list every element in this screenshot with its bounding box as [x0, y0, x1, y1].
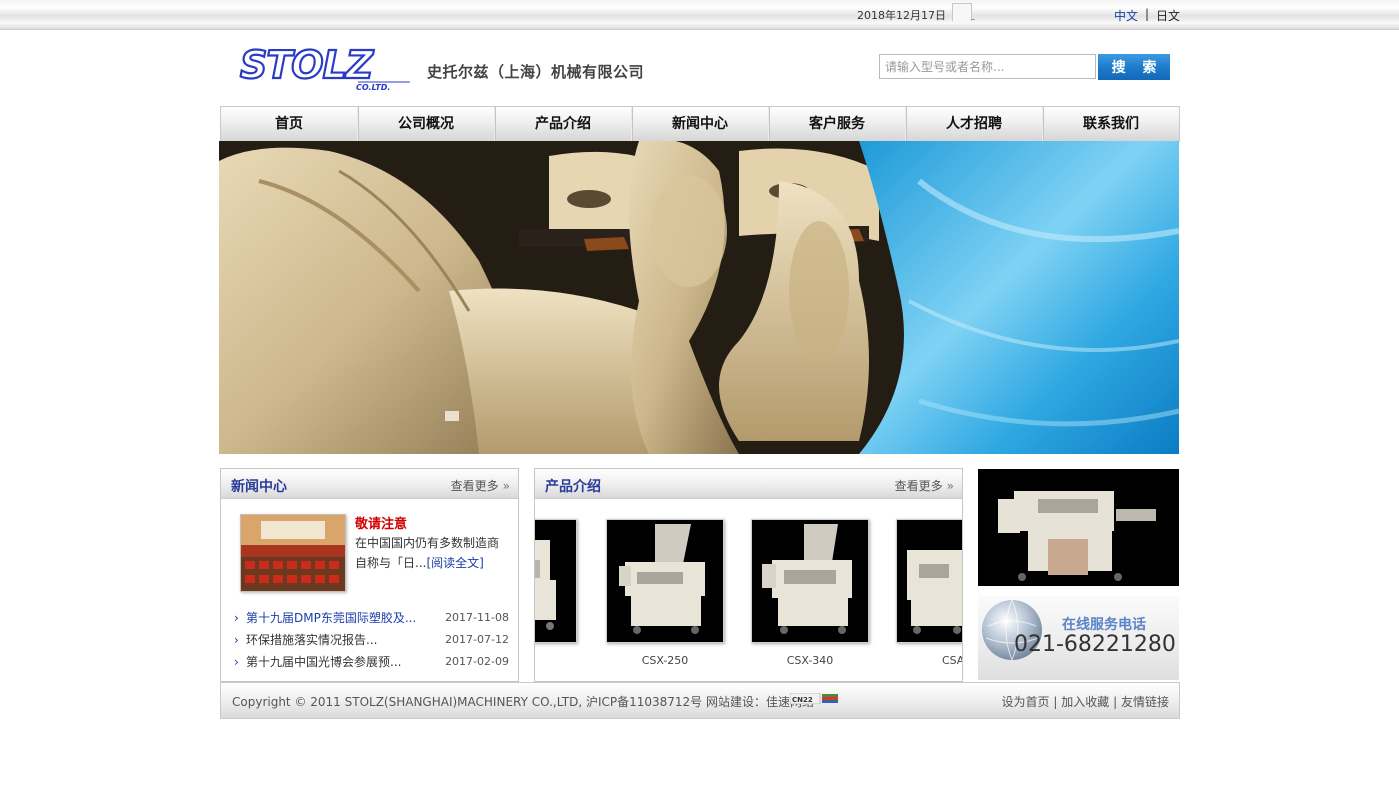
news-item-title[interactable]: 环保措施落实情况报告... — [246, 629, 377, 651]
main-nav: 首页 公司概况 产品介绍 新闻中心 客户服务 人才招聘 联系我们 — [220, 106, 1180, 142]
current-date: 2018年12月17日 — [857, 9, 946, 22]
lang-chinese-link[interactable]: 中文 — [1114, 7, 1138, 24]
product-carousel: D CSX-250 CSX-340 CSA- — [535, 499, 962, 681]
friend-links-link[interactable]: 友情链接 — [1121, 695, 1169, 709]
products-more-link[interactable]: 查看更多» — [894, 477, 954, 494]
lang-separator: | — [1145, 7, 1150, 21]
news-item-title[interactable]: 第十九届DMP东莞国际塑胶及... — [246, 607, 416, 629]
news-more-link[interactable]: 查看更多» — [450, 477, 510, 494]
search-input[interactable] — [879, 54, 1096, 79]
nav-company-overview[interactable]: 公司概况 — [358, 107, 495, 141]
nav-home[interactable]: 首页 — [221, 107, 358, 141]
double-chevron-right-icon: » — [502, 479, 510, 493]
footer-links: 设为首页 | 加入收藏 | 友情链接 — [1002, 693, 1169, 710]
lang-japanese-link[interactable]: 日文 — [1156, 7, 1180, 24]
news-item-title[interactable]: 第十九届中国光博会参展预... — [246, 651, 401, 673]
bookmark-icon[interactable] — [952, 3, 972, 21]
cnzz-badge[interactable]: CN22 — [789, 692, 840, 705]
product-name[interactable]: CSA- — [896, 654, 962, 667]
hero-banner — [219, 141, 1179, 454]
hotline-number: 021-68221280 — [1014, 632, 1176, 657]
featured-machine-photo[interactable] — [978, 469, 1179, 586]
featured-news-body: 在中国国内仍有多数制造商自称与「日...[阅读全文] — [355, 533, 505, 573]
bookmark-tick-icon — [971, 17, 975, 20]
stolz-logo[interactable]: STOLZ CO.LTD. — [238, 42, 416, 92]
nav-customer-service[interactable]: 客户服务 — [769, 107, 906, 141]
news-panel: 新闻中心 查看更多» 敬请注意 在中国国内仍有多数制造商自称与「日...[阅读全… — [220, 468, 519, 682]
svg-text:STOLZ: STOLZ — [240, 46, 375, 87]
product-image[interactable] — [535, 519, 577, 643]
chevron-right-icon: › — [234, 655, 239, 669]
news-item-date: 2017-11-08 — [445, 611, 509, 624]
news-list-item[interactable]: › 第十九届中国光博会参展预... 2017-02-09 — [234, 651, 509, 673]
news-item-date: 2017-02-09 — [445, 655, 509, 668]
double-chevron-right-icon: » — [946, 479, 954, 493]
news-list-item[interactable]: › 第十九届DMP东莞国际塑胶及... 2017-11-08 — [234, 607, 509, 629]
search-button[interactable]: 搜 索 — [1098, 54, 1170, 80]
chevron-right-icon: › — [234, 633, 239, 647]
product-card[interactable]: CSX-340 — [751, 519, 869, 667]
news-list-item[interactable]: › 环保措施落实情况报告... 2017-07-12 — [234, 629, 509, 651]
product-card[interactable]: D — [535, 519, 577, 645]
products-panel-header: 产品介绍 查看更多» — [535, 469, 962, 499]
product-card[interactable]: CSA- — [896, 519, 962, 667]
nav-contact[interactable]: 联系我们 — [1043, 107, 1179, 141]
top-bar: 2018年12月17日 中文 | 日文 — [0, 0, 1399, 30]
service-hotline-banner[interactable]: 在线服务电话 021-68221280 — [978, 596, 1179, 680]
svg-text:CO.LTD.: CO.LTD. — [356, 83, 390, 92]
nav-news[interactable]: 新闻中心 — [632, 107, 769, 141]
product-image[interactable] — [606, 519, 724, 643]
add-favorites-link[interactable]: 加入收藏 — [1061, 695, 1109, 709]
featured-news-title[interactable]: 敬请注意 — [355, 513, 407, 532]
product-image[interactable] — [751, 519, 869, 643]
svg-text:CN22: CN22 — [792, 696, 813, 704]
products-more-label: 查看更多 — [894, 479, 943, 493]
news-panel-title: 新闻中心 — [231, 479, 287, 495]
news-featured-photo[interactable] — [240, 514, 346, 592]
products-panel: 产品介绍 查看更多» D CSX-250 CSX-340 CSA- — [534, 468, 963, 682]
footer: Copyright © 2011 STOLZ(SHANGHAI)MACHINER… — [220, 682, 1180, 719]
product-image[interactable] — [896, 519, 962, 643]
chevron-right-icon: › — [234, 611, 239, 625]
set-homepage-link[interactable]: 设为首页 — [1002, 695, 1050, 709]
copyright-text: Copyright © 2011 STOLZ(SHANGHAI)MACHINER… — [232, 695, 814, 709]
product-name[interactable]: D — [535, 654, 577, 667]
product-card[interactable]: CSX-250 — [606, 519, 724, 667]
products-panel-title: 产品介绍 — [545, 479, 601, 495]
hotline-label: 在线服务电话 — [1062, 617, 1146, 633]
news-list: › 第十九届DMP东莞国际塑胶及... 2017-11-08 › 环保措施落实情… — [234, 607, 509, 673]
footer-separator: | — [1053, 695, 1058, 709]
read-full-link[interactable]: [阅读全文] — [426, 556, 483, 570]
company-name: 史托尔兹（上海）机械有限公司 — [427, 63, 645, 81]
nav-careers[interactable]: 人才招聘 — [906, 107, 1043, 141]
footer-separator: | — [1113, 695, 1118, 709]
product-name[interactable]: CSX-340 — [751, 654, 869, 667]
news-panel-header: 新闻中心 查看更多» — [221, 469, 518, 499]
product-name[interactable]: CSX-250 — [606, 654, 724, 667]
news-item-date: 2017-07-12 — [445, 633, 509, 646]
news-more-label: 查看更多 — [450, 479, 499, 493]
nav-products[interactable]: 产品介绍 — [495, 107, 632, 141]
